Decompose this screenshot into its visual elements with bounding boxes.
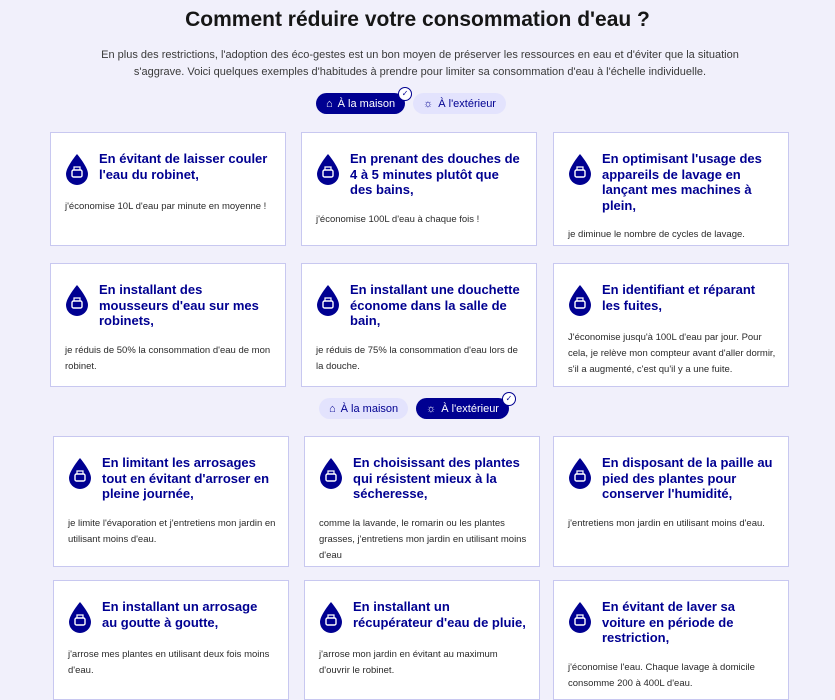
plant-drop-icon — [317, 457, 345, 489]
check-icon: ✓ — [501, 392, 516, 406]
location-toggle-outside: ⌂ À la maison ☼ À l'extérieur ✓ — [319, 392, 516, 419]
eco-gesture-card: En disposant de la paille au pied des pl… — [553, 436, 789, 567]
card-text: j'économise l'eau. Chaque lavage à domic… — [568, 661, 755, 689]
page-title: Comment réduire votre consommation d'eau… — [185, 8, 650, 31]
card-title: En limitant les arrosages tout en évitan… — [102, 455, 270, 501]
tab-outside-label: À l'extérieur — [441, 402, 499, 415]
card-text: comme la lavande, le romarin ou les plan… — [319, 517, 527, 561]
eco-gesture-card: En prenant des douches de 4 à 5 minutes … — [301, 132, 537, 246]
card-title: En installant un récupérateur d'eau de p… — [353, 599, 526, 630]
card-header: En identifiant et réparant les fuites, — [566, 282, 776, 316]
shower-drop-icon — [314, 153, 342, 185]
card-text: j'arrose mon jardin en évitant au maximu… — [319, 649, 498, 676]
eco-gesture-card: En installant un récupérateur d'eau de p… — [304, 580, 540, 700]
card-text: j'arrose mes plantes en utilisant deux f… — [68, 649, 270, 676]
tab-outside-label: À l'extérieur — [438, 97, 496, 110]
card-header: En disposant de la paille au pied des pl… — [566, 455, 776, 502]
card-text: j'entretiens mon jardin en utilisant moi… — [568, 517, 765, 529]
eco-gesture-card: En évitant de laver sa voiture en périod… — [553, 580, 789, 700]
card-title: En optimisant l'usage des appareils de l… — [602, 151, 762, 213]
sun-icon: ☼ — [423, 97, 434, 110]
tab-home[interactable]: ⌂ À la maison — [319, 398, 409, 419]
card-header: En installant un récupérateur d'eau de p… — [317, 599, 527, 633]
car-drop-icon — [566, 601, 594, 633]
card-header: En limitant les arrosages tout en évitan… — [66, 455, 276, 502]
card-title: En prenant des douches de 4 à 5 minutes … — [350, 151, 520, 197]
straw-drop-icon — [566, 457, 594, 489]
card-header: En évitant de laver sa voiture en périod… — [566, 599, 776, 646]
card-title: En identifiant et réparant les fuites, — [602, 282, 756, 313]
eco-gesture-card: En évitant de laisser couler l'eau du ro… — [50, 132, 286, 246]
washing-machine-drop-icon — [566, 153, 594, 185]
eco-gesture-card: En identifiant et réparant les fuites, J'… — [553, 263, 789, 387]
card-header: En optimisant l'usage des appareils de l… — [566, 151, 776, 213]
page: Comment réduire votre consommation d'eau… — [0, 0, 835, 700]
card-header: En installant des mousseurs d'eau sur me… — [63, 282, 273, 329]
card-text: j'économise 100L d'eau à chaque fois ! — [316, 213, 480, 225]
card-title: En disposant de la paille au pied des pl… — [602, 455, 773, 501]
aerator-drop-icon — [63, 284, 91, 316]
card-title: En installant des mousseurs d'eau sur me… — [99, 282, 259, 328]
tab-home-label: À la maison — [340, 402, 399, 415]
card-text: j'économise 10L d'eau par minute en moye… — [65, 201, 267, 212]
card-header: En évitant de laisser couler l'eau du ro… — [63, 151, 273, 185]
check-icon: ✓ — [398, 87, 413, 101]
eco-gesture-card: En choisissant des plantes qui résistent… — [304, 436, 540, 567]
tab-outside[interactable]: ☼ À l'extérieur ✓ — [416, 392, 516, 419]
tab-home-label: À la maison — [337, 97, 396, 110]
location-toggle-home: ⌂ À la maison ✓ ☼ À l'extérieur — [316, 87, 506, 114]
leak-drop-icon — [566, 284, 594, 316]
card-title: En installant une douchette économe dans… — [350, 282, 520, 328]
rain-collector-drop-icon — [317, 601, 345, 633]
tab-home[interactable]: ⌂ À la maison ✓ — [316, 87, 413, 114]
card-text: je réduis de 75% la consommation d'eau l… — [316, 344, 518, 372]
card-header: En choisissant des plantes qui résistent… — [317, 455, 527, 502]
eco-gesture-card: En limitant les arrosages tout en évitan… — [53, 436, 289, 567]
card-title: En installant un arrosage au goutte à go… — [102, 599, 258, 630]
card-text: je diminue le nombre de cycles de lavage… — [568, 229, 745, 240]
tab-outside[interactable]: ☼ À l'extérieur — [413, 93, 506, 114]
card-header: En installant un arrosage au goutte à go… — [66, 599, 276, 633]
shower-head-drop-icon — [314, 284, 342, 316]
card-title: En évitant de laver sa voiture en périod… — [602, 599, 735, 645]
card-title: En choisissant des plantes qui résistent… — [353, 455, 520, 501]
sun-icon: ☼ — [426, 402, 437, 415]
card-text: je limite l'évaporation et j'entretiens … — [68, 517, 276, 545]
watering-can-drop-icon — [66, 457, 94, 489]
faucet-drop-icon — [63, 153, 91, 185]
card-header: En prenant des douches de 4 à 5 minutes … — [314, 151, 524, 198]
house-icon: ⌂ — [329, 402, 336, 415]
card-title: En évitant de laisser couler l'eau du ro… — [99, 151, 268, 182]
house-icon: ⌂ — [326, 97, 333, 110]
card-header: En installant une douchette économe dans… — [314, 282, 524, 329]
eco-gesture-card: En optimisant l'usage des appareils de l… — [553, 132, 789, 246]
eco-gesture-card: En installant une douchette économe dans… — [301, 263, 537, 387]
intro-paragraph: En plus des restrictions, l'adoption des… — [101, 49, 739, 78]
card-text: je réduis de 50% la consommation d'eau d… — [65, 344, 271, 372]
eco-gesture-card: En installant un arrosage au goutte à go… — [53, 580, 289, 700]
drip-irrigation-drop-icon — [66, 601, 94, 633]
card-text: J'économise jusqu'à 100L d'eau par jour.… — [568, 332, 776, 375]
eco-gesture-card: En installant des mousseurs d'eau sur me… — [50, 263, 286, 387]
